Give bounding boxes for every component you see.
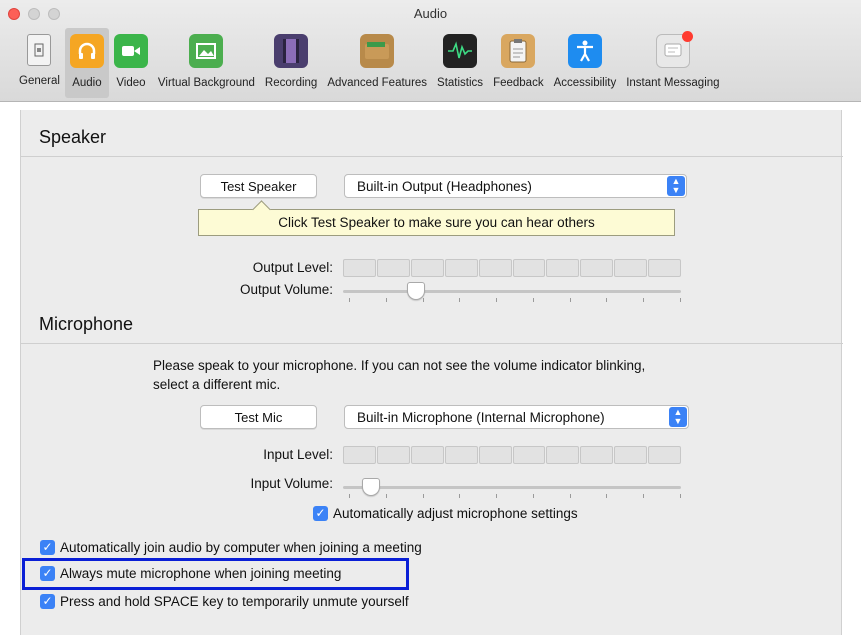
window-title: Audio <box>413 6 448 21</box>
test-mic-button[interactable]: Test Mic <box>200 405 317 429</box>
select-arrows-icon: ▲ ▼ <box>669 407 687 427</box>
slider-track <box>343 486 681 489</box>
output-level-meter <box>343 259 682 277</box>
auto-join-audio-label: Automatically join audio by computer whe… <box>60 540 422 555</box>
slider-track <box>343 290 681 293</box>
tab-label: Video <box>116 77 146 89</box>
input-level-meter <box>343 446 682 464</box>
speaker-section-title: Speaker <box>39 127 107 147</box>
divider <box>21 156 843 157</box>
microphone-device-value: Built-in Microphone (Internal Microphone… <box>357 409 605 425</box>
headphones-icon <box>69 34 104 68</box>
wallet-icon <box>360 34 395 68</box>
slider-ticks <box>349 298 681 303</box>
speaker-device-value: Built-in Output (Headphones) <box>357 178 532 194</box>
space-unmute-option[interactable]: ✓ Press and hold SPACE key to temporaril… <box>40 594 409 609</box>
space-unmute-label: Press and hold SPACE key to temporarily … <box>60 594 409 609</box>
tab-general[interactable]: General <box>14 28 65 98</box>
preferences-toolbar: General Audio Video Virtual Background R… <box>14 28 725 98</box>
input-volume-slider[interactable] <box>343 478 681 502</box>
tab-label: Recording <box>264 77 318 89</box>
speaker-device-select[interactable]: Built-in Output (Headphones) ▲ ▼ <box>344 174 687 198</box>
highlight-box <box>22 558 409 590</box>
tab-label: Feedback <box>493 77 544 89</box>
tab-statistics[interactable]: Statistics <box>432 28 488 98</box>
audio-settings-pane: Speaker Test Speaker Built-in Output (He… <box>20 110 843 635</box>
tab-advanced-features[interactable]: Advanced Features <box>322 28 432 98</box>
accessibility-icon <box>567 34 602 68</box>
output-volume-label: Output Volume: <box>239 282 333 297</box>
tab-label: General <box>19 75 60 87</box>
tab-label: Statistics <box>437 77 484 89</box>
clipboard-icon <box>501 34 536 68</box>
chat-icon <box>655 31 693 68</box>
output-volume-thumb[interactable] <box>407 282 425 300</box>
video-camera-icon <box>113 34 148 68</box>
input-volume-label: Input Volume: <box>250 476 333 491</box>
input-level-label: Input Level: <box>263 447 333 462</box>
notification-badge <box>681 31 693 42</box>
divider <box>21 343 843 344</box>
auto-adjust-mic-label: Automatically adjust microphone settings <box>333 506 578 521</box>
tab-video[interactable]: Video <box>109 28 153 98</box>
select-arrows-icon: ▲ ▼ <box>667 176 685 196</box>
instruction-line: Please speak to your microphone. If you … <box>153 358 646 373</box>
tab-audio[interactable]: Audio <box>64 28 109 98</box>
microphone-device-select[interactable]: Built-in Microphone (Internal Microphone… <box>344 405 689 429</box>
output-volume-slider[interactable] <box>343 282 681 306</box>
general-icon <box>27 34 52 66</box>
tab-label: Accessibility <box>553 77 617 89</box>
microphone-section-title: Microphone <box>39 314 134 334</box>
picture-icon <box>189 34 224 68</box>
test-speaker-button[interactable]: Test Speaker <box>200 174 317 198</box>
instruction-line: select a different mic. <box>153 377 281 392</box>
slider-ticks <box>349 494 681 499</box>
tab-label: Audio <box>72 77 102 89</box>
checkbox-checked-icon[interactable]: ✓ <box>40 540 55 555</box>
tab-instant-messaging[interactable]: Instant Messaging <box>621 28 724 98</box>
tab-label: Virtual Background <box>157 77 255 89</box>
checkbox-checked-icon[interactable]: ✓ <box>40 594 55 609</box>
tab-feedback[interactable]: Feedback <box>488 28 549 98</box>
film-icon <box>274 34 309 68</box>
tab-recording[interactable]: Recording <box>260 28 322 98</box>
microphone-instruction: Please speak to your microphone. If you … <box>153 356 793 394</box>
auto-adjust-mic-option[interactable]: ✓ Automatically adjust microphone settin… <box>313 506 578 521</box>
tab-virtual-background[interactable]: Virtual Background <box>153 28 260 98</box>
output-level-label: Output Level: <box>252 260 333 275</box>
window-titlebar: Audio General Audio Video Virtual Backgr… <box>0 0 861 102</box>
waveform-icon <box>443 34 478 68</box>
input-volume-thumb[interactable] <box>362 478 380 496</box>
tab-label: Advanced Features <box>327 77 428 89</box>
auto-join-audio-option[interactable]: ✓ Automatically join audio by computer w… <box>40 540 422 555</box>
tab-label: Instant Messaging <box>626 77 720 89</box>
checkbox-checked-icon[interactable]: ✓ <box>313 506 328 521</box>
test-speaker-tooltip: Click Test Speaker to make sure you can … <box>198 209 675 236</box>
tab-accessibility[interactable]: Accessibility <box>549 28 622 98</box>
